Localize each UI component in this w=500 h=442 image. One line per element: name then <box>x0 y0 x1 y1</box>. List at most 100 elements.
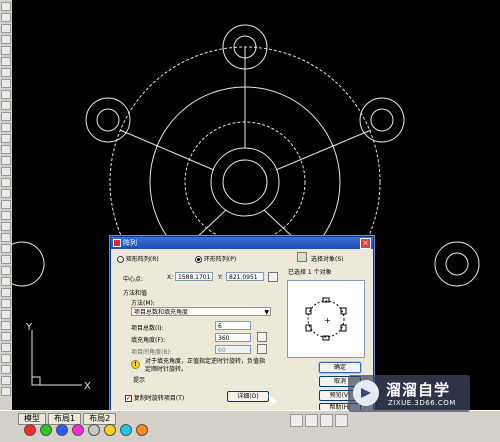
toolbar-tool-icon[interactable] <box>1 321 11 330</box>
toolbar-tool-icon[interactable] <box>1 167 11 176</box>
method-select[interactable]: 项目总数和填充角度 ▼ <box>131 307 271 316</box>
toolbar-tool-icon[interactable] <box>1 343 11 352</box>
toolbar-tool-icon[interactable] <box>1 376 11 385</box>
center-label: 中心点: <box>123 276 144 283</box>
toolbar-tool-icon[interactable] <box>1 310 11 319</box>
boss-right-outer <box>359 97 405 143</box>
warning-icon: ! <box>131 360 140 369</box>
ok-button[interactable]: 确定 <box>319 362 361 373</box>
toolbar-tool-icon[interactable] <box>1 277 11 286</box>
preview-svg: + <box>305 297 347 341</box>
toolbar-tool-icon[interactable] <box>1 178 11 187</box>
center-x-label: X: <box>167 274 174 281</box>
rotate-items-checkbox[interactable]: ✓ <box>125 395 132 402</box>
toolbar-tool-icon[interactable] <box>1 13 11 22</box>
color-swatch[interactable] <box>40 424 52 436</box>
toolbar-tool-icon[interactable] <box>1 233 11 242</box>
bottom-bar: 模型 布局1 布局2 <box>0 410 500 442</box>
total-items-field[interactable]: 6 <box>215 321 251 330</box>
toolbar-tool-icon[interactable] <box>1 299 11 308</box>
svg-text:+: + <box>324 316 331 325</box>
more-button[interactable]: 详细(O) <box>227 391 269 402</box>
item-angle-field[interactable]: 60 <box>215 345 251 354</box>
rotate-items-label: 复制时旋转项目(T) <box>133 395 185 402</box>
toolbar-tool-icon[interactable] <box>1 112 11 121</box>
color-swatch[interactable] <box>88 424 100 436</box>
toolbar-tool-icon[interactable] <box>1 156 11 165</box>
pick-center-icon[interactable] <box>268 272 278 282</box>
toolbar-tool-icon[interactable] <box>1 255 11 264</box>
draw-tools <box>290 414 348 427</box>
color-swatch[interactable] <box>136 424 148 436</box>
toolbar-tool-icon[interactable] <box>1 2 11 11</box>
rect-array-option[interactable]: 矩形阵列(R) <box>117 254 159 263</box>
watermark-url: ZIXUE.3D66.COM <box>388 399 456 407</box>
toolbar-tool-icon[interactable] <box>1 332 11 341</box>
ucs-y-label: Y <box>25 322 33 333</box>
toolbar-tool-icon[interactable] <box>1 387 11 396</box>
tool-icon[interactable] <box>305 414 318 427</box>
color-swatch[interactable] <box>72 424 84 436</box>
pick-item-angle-icon[interactable] <box>257 344 267 354</box>
toolbar-tool-icon[interactable] <box>1 24 11 33</box>
color-swatch[interactable] <box>24 424 36 436</box>
toolbar-tool-icon[interactable] <box>1 134 11 143</box>
color-swatch[interactable] <box>56 424 68 436</box>
toolbar-tool-icon[interactable] <box>1 101 11 110</box>
method-value: 项目总数和填充角度 <box>134 309 189 316</box>
hub-outer-circle <box>210 147 280 217</box>
toolbar-tool-icon[interactable] <box>1 211 11 220</box>
toolbar-tool-icon[interactable] <box>1 365 11 374</box>
watermark: 溜溜自学 ZIXUE.3D66.COM <box>348 375 470 412</box>
toolbar-tool-icon[interactable] <box>1 266 11 275</box>
dialog-titlebar[interactable]: 阵列 × <box>111 237 373 249</box>
pick-fill-angle-icon[interactable] <box>257 332 267 342</box>
color-palette <box>24 424 148 436</box>
select-objects-icon[interactable] <box>297 252 307 262</box>
toolbar-tool-icon[interactable] <box>1 145 11 154</box>
toolbar-tool-icon[interactable] <box>1 79 11 88</box>
chevron-down-icon: ▼ <box>264 309 269 316</box>
polar-array-radio[interactable] <box>195 256 202 263</box>
hub-inner-circle <box>222 159 268 205</box>
fill-angle-field[interactable]: 360 <box>215 333 251 342</box>
item-angle-label: 项目间角度(B): <box>131 349 172 356</box>
center-y-label: Y: <box>218 274 223 281</box>
center-y-field[interactable]: 821.0951 <box>226 272 264 281</box>
select-objects-label[interactable]: 选择对象(S) <box>311 254 344 263</box>
toolbar-tool-icon[interactable] <box>1 222 11 231</box>
toolbar-tool-icon[interactable] <box>1 68 11 77</box>
rotate-items-option[interactable]: ✓ 复制时旋转项目(T) <box>125 393 184 402</box>
close-icon[interactable]: × <box>360 238 371 249</box>
toolbar-tool-icon[interactable] <box>1 90 11 99</box>
toolbar-tool-icon[interactable] <box>1 123 11 132</box>
polar-array-option[interactable]: 环形阵列(P) <box>195 254 236 263</box>
toolbar-tool-icon[interactable] <box>1 354 11 363</box>
tip-label: 提示 <box>133 377 146 384</box>
color-swatch[interactable] <box>120 424 132 436</box>
mouse-cursor-icon <box>265 392 277 406</box>
array-preview: + <box>287 280 365 358</box>
toolbar-tool-icon[interactable] <box>1 189 11 198</box>
array-dialog: 阵列 × 矩形阵列(R) 环形阵列(P) 选择对象(S) 已选择 1 个对象 中… <box>110 236 374 412</box>
boss-left-inner <box>96 108 120 132</box>
watermark-brand: 溜溜自学 <box>386 381 451 399</box>
tip-text: 对于填充角度，正值指定逆时针旋转，负值指定顺时针旋转。 <box>145 358 266 373</box>
toolbar-tool-icon[interactable] <box>1 35 11 44</box>
toolbar-tool-icon[interactable] <box>1 46 11 55</box>
toolbar-tool-icon[interactable] <box>1 57 11 66</box>
center-x-field[interactable]: 1588.1701 <box>175 272 213 281</box>
tool-icon[interactable] <box>320 414 333 427</box>
spoke-left <box>119 129 215 171</box>
color-swatch[interactable] <box>104 424 116 436</box>
boss-left-outer <box>85 97 131 143</box>
boss-br-inner <box>445 252 469 276</box>
toolbar-tool-icon[interactable] <box>1 288 11 297</box>
toolbar-tool-icon[interactable] <box>1 200 11 209</box>
dialog-title: 阵列 <box>123 239 137 247</box>
rect-array-label: 矩形阵列(R) <box>125 256 159 263</box>
rect-array-radio[interactable] <box>117 256 124 263</box>
tool-icon[interactable] <box>290 414 303 427</box>
tool-icon[interactable] <box>335 414 348 427</box>
toolbar-tool-icon[interactable] <box>1 244 11 253</box>
